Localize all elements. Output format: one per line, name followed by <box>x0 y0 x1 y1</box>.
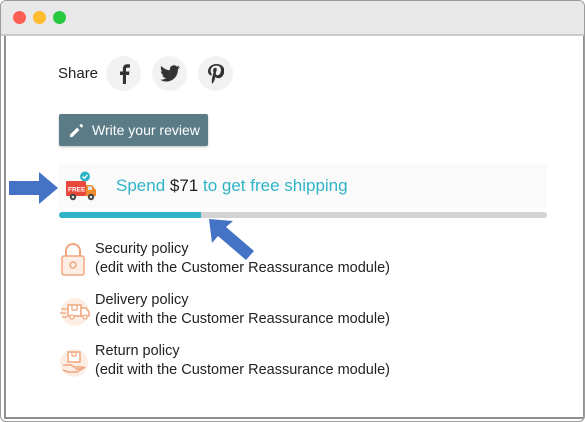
delivery-policy-item: Delivery policy (edit with the Customer … <box>59 292 479 332</box>
free-shipping-prefix: Spend <box>116 176 170 195</box>
title-bar <box>1 1 584 36</box>
free-shipping-progress-bar <box>59 212 547 218</box>
pinterest-share-button[interactable] <box>198 56 233 91</box>
free-shipping-amount: $71 <box>169 176 199 195</box>
browser-window: Share Write your review FREE Spend $71 t… <box>0 0 585 422</box>
security-lock-icon <box>61 243 85 276</box>
free-shipping-suffix: to get free shipping <box>198 176 348 195</box>
share-label: Share <box>58 65 99 82</box>
policy-title: Delivery policy <box>95 292 189 308</box>
delivery-truck-icon <box>60 298 90 326</box>
free-shipping-truck-icon: FREE <box>66 171 96 201</box>
pinterest-icon <box>207 63 224 84</box>
policy-title: Return policy <box>95 343 180 359</box>
policy-description: (edit with the Customer Reassurance modu… <box>95 260 390 276</box>
return-policy-item: Return policy (edit with the Customer Re… <box>59 343 479 383</box>
close-window-button[interactable] <box>13 11 26 24</box>
minimize-window-button[interactable] <box>33 11 46 24</box>
return-box-icon <box>60 349 88 377</box>
security-policy-item: Security policy (edit with the Customer … <box>59 241 479 281</box>
free-shipping-progress-fill <box>59 212 201 218</box>
policy-description: (edit with the Customer Reassurance modu… <box>95 311 390 327</box>
maximize-window-button[interactable] <box>53 11 66 24</box>
free-shipping-banner: FREE Spend $71 to get free shipping <box>58 164 547 208</box>
write-review-button[interactable]: Write your review <box>59 114 208 146</box>
free-shipping-message: Spend $71 to get free shipping <box>116 176 348 196</box>
twitter-icon <box>159 65 180 82</box>
write-review-label: Write your review <box>92 122 200 138</box>
facebook-share-button[interactable] <box>106 56 141 91</box>
pencil-icon <box>69 123 84 138</box>
facebook-icon <box>119 63 130 84</box>
free-badge-text: FREE <box>68 187 86 194</box>
policy-title: Security policy <box>95 241 189 257</box>
annotation-arrow-right-icon <box>9 172 58 204</box>
twitter-share-button[interactable] <box>152 56 187 91</box>
policy-description: (edit with the Customer Reassurance modu… <box>95 362 390 378</box>
annotation-arrow-up-left-icon <box>209 219 254 260</box>
